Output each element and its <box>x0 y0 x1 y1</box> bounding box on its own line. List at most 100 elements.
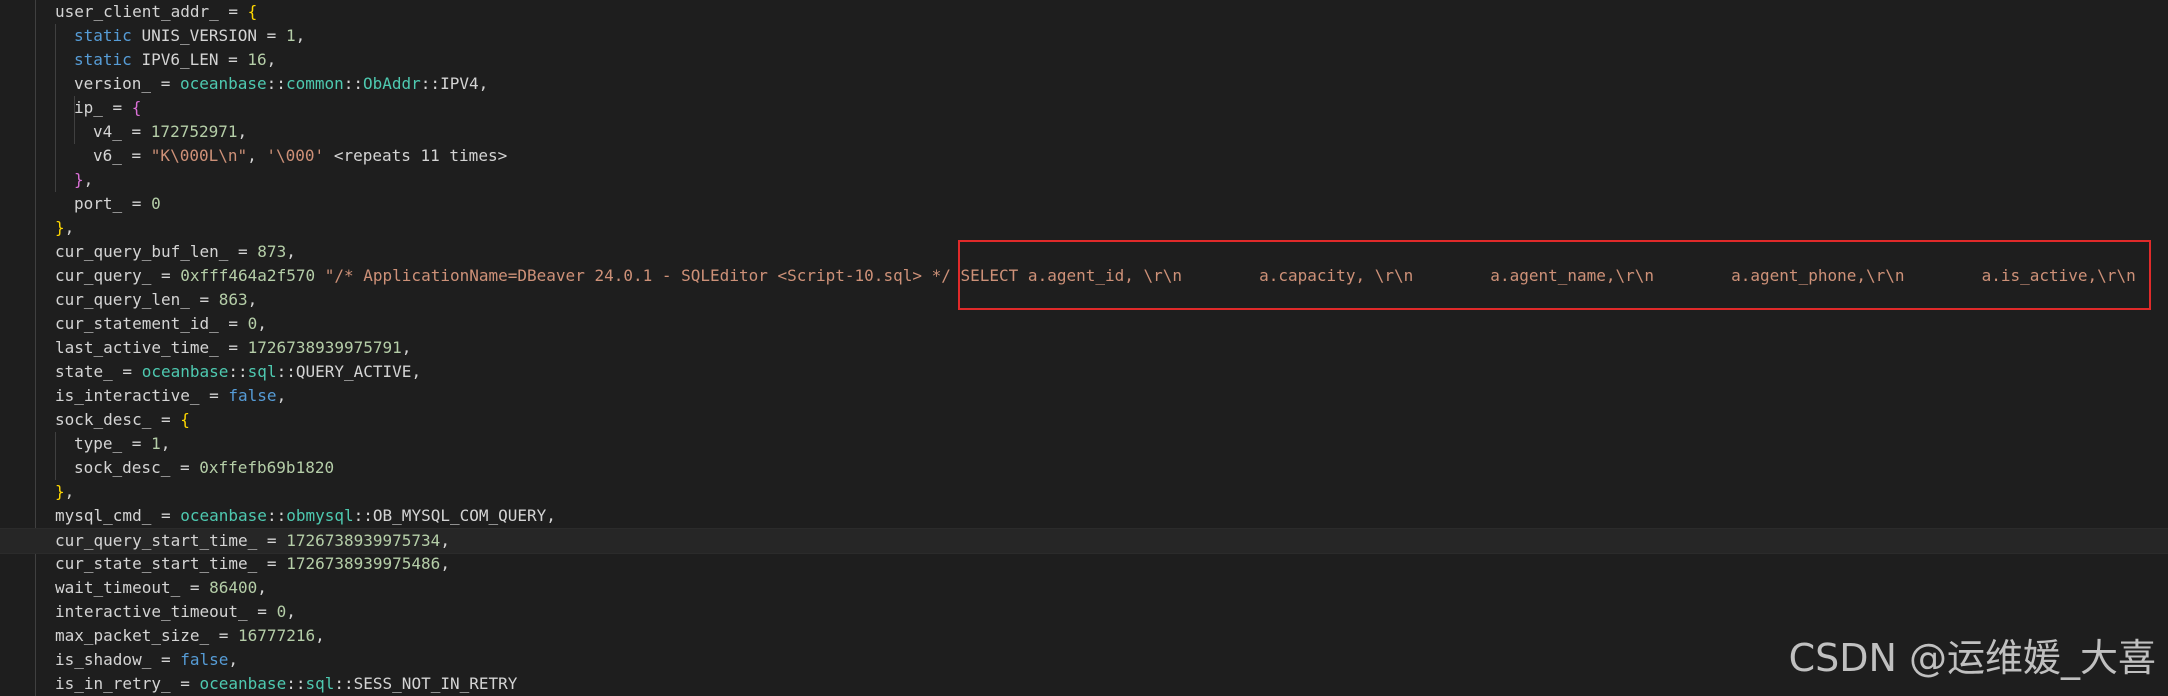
query-highlight-box <box>958 240 2151 310</box>
code-line[interactable]: type_ = 1, <box>0 432 2168 456</box>
code-token: state_ = <box>55 362 142 381</box>
code-token: sql <box>247 362 277 381</box>
code-line-text: cur_statement_id_ = 0, <box>55 312 267 336</box>
code-line-text: max_packet_size_ = 16777216, <box>55 624 325 648</box>
code-line[interactable]: static IPV6_LEN = 16, <box>0 48 2168 72</box>
code-line[interactable]: }, <box>0 168 2168 192</box>
code-line-text: version_ = oceanbase::common::ObAddr::IP… <box>74 72 488 96</box>
code-token: , <box>401 338 412 357</box>
code-line-text: v4_ = 172752971, <box>93 120 247 144</box>
code-line-text: interactive_timeout_ = 0, <box>55 600 296 624</box>
code-token: { <box>131 98 142 117</box>
code-line[interactable]: is_interactive_ = false, <box>0 384 2168 408</box>
code-line[interactable]: v6_ = "K\000L\n", '\000' <repeats 11 tim… <box>0 144 2168 168</box>
code-token: { <box>180 410 190 429</box>
code-token: cur_state_start_time_ = <box>55 554 287 573</box>
code-token: sock_desc_ = <box>74 458 200 477</box>
code-token: false <box>228 386 277 405</box>
code-token: <repeats 11 times> <box>324 146 508 165</box>
code-token: 1726738939975486 <box>286 554 441 573</box>
code-token: cur_query_buf_len_ = <box>55 242 258 261</box>
code-token: v4_ = <box>93 122 151 141</box>
code-token: , <box>247 290 258 309</box>
code-line[interactable]: v4_ = 172752971, <box>0 120 2168 144</box>
code-line-text: sock_desc_ = 0xffefb69b1820 <box>74 456 334 480</box>
code-line[interactable]: }, <box>0 480 2168 504</box>
code-token: 16777216 <box>238 626 316 645</box>
code-line[interactable]: cur_state_start_time_ = 1726738939975486… <box>0 552 2168 576</box>
code-token: last_active_time_ = <box>55 338 248 357</box>
code-token: , <box>257 578 267 597</box>
code-token: :: <box>286 674 306 693</box>
code-token: max_packet_size_ = <box>55 626 239 645</box>
code-token: 873 <box>257 242 287 261</box>
code-line[interactable]: static UNIS_VERSION = 1, <box>0 24 2168 48</box>
code-line-text: cur_state_start_time_ = 1726738939975486… <box>55 552 450 576</box>
code-line-text: type_ = 1, <box>74 432 170 456</box>
code-line[interactable]: port_ = 0 <box>0 192 2168 216</box>
code-token: cur_statement_id_ = <box>55 314 248 333</box>
code-token: 172752971 <box>150 122 238 141</box>
code-token: ::SESS_NOT_IN_RETRY <box>334 674 518 693</box>
code-line-text: }, <box>74 168 93 192</box>
code-line[interactable]: sock_desc_ = { <box>0 408 2168 432</box>
code-token: oceanbase <box>199 674 287 693</box>
code-token: '\000' <box>266 146 325 165</box>
code-line[interactable]: last_active_time_ = 1726738939975791, <box>0 336 2168 360</box>
code-token: 0 <box>151 194 161 213</box>
code-line-text: static IPV6_LEN = 16, <box>74 48 276 72</box>
code-line[interactable]: mysql_cmd_ = oceanbase::obmysql::OB_MYSQ… <box>0 504 2168 528</box>
code-line-text: is_interactive_ = false, <box>55 384 286 408</box>
code-token: common <box>285 74 344 93</box>
code-line[interactable]: interactive_timeout_ = 0, <box>0 600 2168 624</box>
code-line[interactable]: ip_ = { <box>0 96 2168 120</box>
code-line-text: state_ = oceanbase::sql::QUERY_ACTIVE, <box>55 360 421 384</box>
code-line-text: is_shadow_ = false, <box>55 648 238 672</box>
code-line[interactable]: sock_desc_ = 0xffefb69b1820 <box>0 456 2168 480</box>
code-token: } <box>74 170 84 189</box>
code-line-text: sock_desc_ = { <box>55 408 190 432</box>
watermark-text: CSDN @运维媛_大喜 <box>1788 636 2156 680</box>
code-token: :: <box>266 74 286 93</box>
code-token: , <box>64 218 75 237</box>
code-line-text: ip_ = { <box>74 96 141 120</box>
code-line-text: }, <box>55 480 74 504</box>
code-token: 0 <box>276 602 287 621</box>
code-token: , <box>64 482 75 501</box>
code-line[interactable]: version_ = oceanbase::common::ObAddr::IP… <box>0 72 2168 96</box>
code-token: , <box>247 146 267 165</box>
code-token: UNIS_VERSION = <box>141 26 286 45</box>
code-token: ::OB_MYSQL_COM_QUERY, <box>353 506 556 525</box>
code-line-text: wait_timeout_ = 86400, <box>55 576 267 600</box>
code-line-text: user_client_addr_ = { <box>55 0 257 24</box>
code-token: ::IPV4, <box>420 74 489 93</box>
code-token: , <box>257 314 267 333</box>
code-token: 1726738939975791 <box>247 338 402 357</box>
code-token: false <box>180 650 229 669</box>
code-token: wait_timeout_ = <box>55 578 210 597</box>
code-token: cur_query_ = <box>55 266 181 285</box>
code-token: , <box>83 170 94 189</box>
code-line[interactable]: cur_statement_id_ = 0, <box>0 312 2168 336</box>
code-token: , <box>295 26 306 45</box>
code-editor[interactable]: user_client_addr_ = {static UNIS_VERSION… <box>0 0 2168 696</box>
code-token: 1 <box>151 434 161 453</box>
code-line[interactable]: state_ = oceanbase::sql::QUERY_ACTIVE, <box>0 360 2168 384</box>
code-token: interactive_timeout_ = <box>55 602 277 621</box>
code-token: 863 <box>218 290 248 309</box>
code-line[interactable]: }, <box>0 216 2168 240</box>
code-line-text: v6_ = "K\000L\n", '\000' <repeats 11 tim… <box>93 144 507 168</box>
code-token: v6_ = <box>93 146 151 165</box>
code-line-text: }, <box>55 216 74 240</box>
code-token: ip_ = <box>74 98 132 117</box>
code-token: sock_desc_ = <box>55 410 181 429</box>
code-line[interactable]: user_client_addr_ = { <box>0 0 2168 24</box>
code-line[interactable]: cur_query_start_time_ = 1726738939975734… <box>0 528 2168 554</box>
code-token: 16 <box>247 50 267 69</box>
code-token: , <box>315 626 325 645</box>
code-token: , <box>237 122 248 141</box>
code-token: is_interactive_ = <box>55 386 229 405</box>
code-token: oceanbase <box>180 506 267 525</box>
code-line[interactable]: wait_timeout_ = 86400, <box>0 576 2168 600</box>
